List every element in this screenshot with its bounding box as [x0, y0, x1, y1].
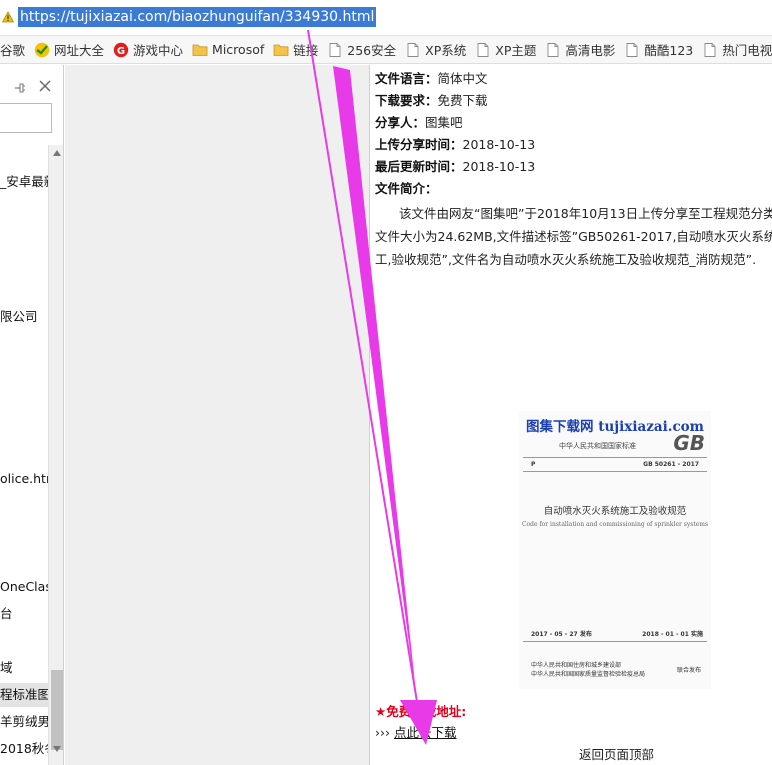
- cover-rule: [523, 641, 707, 642]
- sidebar-item[interactable]: 域: [0, 656, 48, 680]
- bookmark-links-folder[interactable]: 链接: [271, 36, 325, 63]
- cover-publish: 联合发布: [676, 667, 701, 674]
- gb-logo: GB: [673, 431, 705, 455]
- page-icon: [477, 42, 489, 57]
- sidebar-item[interactable]: 台: [0, 602, 48, 626]
- address-bar[interactable]: https://tujixiazai.com/biaozhunguifan/33…: [0, 0, 772, 36]
- bookmark-hot-tv[interactable]: 热门电视: [700, 36, 772, 63]
- sidebar-scrollbar[interactable]: [48, 145, 63, 765]
- sidebar-item[interactable]: 羊剪绒男: [0, 710, 48, 734]
- download-link-row: ››› 点此去下载: [375, 722, 457, 741]
- page-margin: [65, 65, 370, 765]
- file-description: 该文件由网友“图集吧”于2018年10月13日上传分享至工程规范分类下,文件大小…: [375, 206, 772, 267]
- download-link[interactable]: 点此去下载: [394, 725, 457, 740]
- bookmark-label: 酷酷123: [644, 43, 694, 58]
- scroll-down-icon[interactable]: [52, 745, 62, 753]
- bookmark-label: Microsof: [212, 42, 265, 57]
- scroll-up-icon[interactable]: [52, 149, 62, 157]
- bookmark-label: 谷歌: [0, 43, 26, 58]
- cover-issue-date: 2017 - 05 - 27 发布: [531, 631, 592, 638]
- page-icon: [547, 42, 559, 57]
- cover-organizations: 中华人民共和国住房和城乡建设部 中华人民共和国国家质量监督检验检疫总局: [531, 662, 646, 678]
- upload-time-row: 上传分享时间：2018-10-13: [375, 137, 536, 152]
- bookmark-label: 256安全: [347, 43, 397, 58]
- page-icon: [626, 42, 638, 57]
- bookmark-label: XP主题: [495, 43, 537, 58]
- sidebar-item[interactable]: OneClass: [0, 575, 48, 599]
- game-center-icon: G: [113, 42, 129, 57]
- bookmark-xp-theme[interactable]: XP主题: [473, 36, 543, 63]
- sidebar-item[interactable]: 2018秋冬: [0, 737, 48, 761]
- sharer-row: 分享人：图集吧: [375, 115, 463, 130]
- folder-icon: [273, 44, 289, 56]
- bookmark-google[interactable]: 谷歌: [0, 36, 32, 63]
- file-language-row: 文件语言：简体中文: [375, 71, 488, 86]
- close-icon[interactable]: [38, 79, 52, 93]
- download-address-label: ★免费下载地址:: [375, 704, 467, 719]
- pin-icon[interactable]: [14, 82, 26, 94]
- page-icon: [407, 42, 419, 57]
- sidebar-list: _安卓最新 限公司 olice.htm OneClass 台 域 程标准图集 羊…: [0, 145, 48, 765]
- cover-header: 中华人民共和国国家标准: [559, 442, 636, 450]
- cover-rule: [523, 457, 707, 458]
- sidebar-item[interactable]: olice.htm: [0, 467, 48, 491]
- url-text[interactable]: https://tujixiazai.com/biaozhunguifan/33…: [18, 7, 377, 27]
- bookmark-microsoft-folder[interactable]: Microsof: [190, 36, 271, 63]
- bookmark-kuku123[interactable]: 酷酷123: [622, 36, 700, 63]
- sidebar-item[interactable]: 限公司: [0, 305, 48, 329]
- svg-text:G: G: [117, 46, 125, 57]
- folder-icon: [192, 44, 208, 56]
- page-icon: [329, 42, 341, 57]
- scrollbar-thumb[interactable]: [51, 670, 63, 750]
- file-detail-content: 文件语言：简体中文 下载要求：免费下载 分享人：图集吧 上传分享时间：2018-…: [371, 65, 772, 765]
- bookmark-label: XP系统: [425, 43, 467, 58]
- cover-code: GB 50261 - 2017: [643, 461, 699, 468]
- update-time-row: 最后更新时间：2018-10-13: [375, 159, 536, 174]
- bookmark-label: 链接: [293, 43, 319, 58]
- bookmark-web-directory[interactable]: 网址大全: [32, 36, 111, 63]
- bookmarks-bar: 谷歌 网址大全 G 游戏中心 Microsof 链接 256安全 XP系统 XP…: [0, 36, 772, 64]
- bookmark-label: 高清电影: [565, 43, 616, 58]
- book-cover-image: 图集下载网 tujixiazai.com 中华人民共和国国家标准 GB P GB…: [519, 411, 711, 689]
- bookmark-xp-system[interactable]: XP系统: [403, 36, 473, 63]
- page-icon: [704, 42, 716, 57]
- sidebar-panel: _安卓最新 限公司 olice.htm OneClass 台 域 程标准图集 羊…: [0, 65, 64, 765]
- bookmark-256-security[interactable]: 256安全: [325, 36, 403, 63]
- sidebar-item-active[interactable]: 程标准图集: [0, 683, 48, 707]
- cover-rule: [523, 471, 707, 472]
- web-directory-icon: [34, 42, 50, 57]
- cover-p-label: P: [531, 461, 536, 468]
- bookmark-label: 游戏中心: [133, 43, 184, 58]
- bookmark-hd-movies[interactable]: 高清电影: [543, 36, 622, 63]
- download-requirement-row: 下载要求：免费下载: [375, 93, 488, 108]
- bookmark-game-center[interactable]: G 游戏中心: [111, 36, 190, 63]
- cover-title: 自动喷水灭火系统施工及验收规范: [543, 506, 687, 517]
- security-warning-icon[interactable]: [2, 11, 14, 23]
- sidebar-search-input[interactable]: [0, 103, 52, 133]
- sidebar-item[interactable]: _安卓最新: [0, 170, 48, 194]
- bookmark-label: 网址大全: [54, 43, 105, 58]
- bookmark-label: 热门电视: [722, 43, 772, 58]
- chevrons: ›››: [375, 725, 394, 740]
- intro-label-row: 文件简介：: [375, 181, 438, 196]
- cover-english-title: Code for installation and commissioning …: [521, 521, 709, 528]
- back-to-top-link[interactable]: 返回页面顶部: [579, 744, 654, 763]
- cover-effective-date: 2018 - 01 - 01 实施: [642, 631, 703, 638]
